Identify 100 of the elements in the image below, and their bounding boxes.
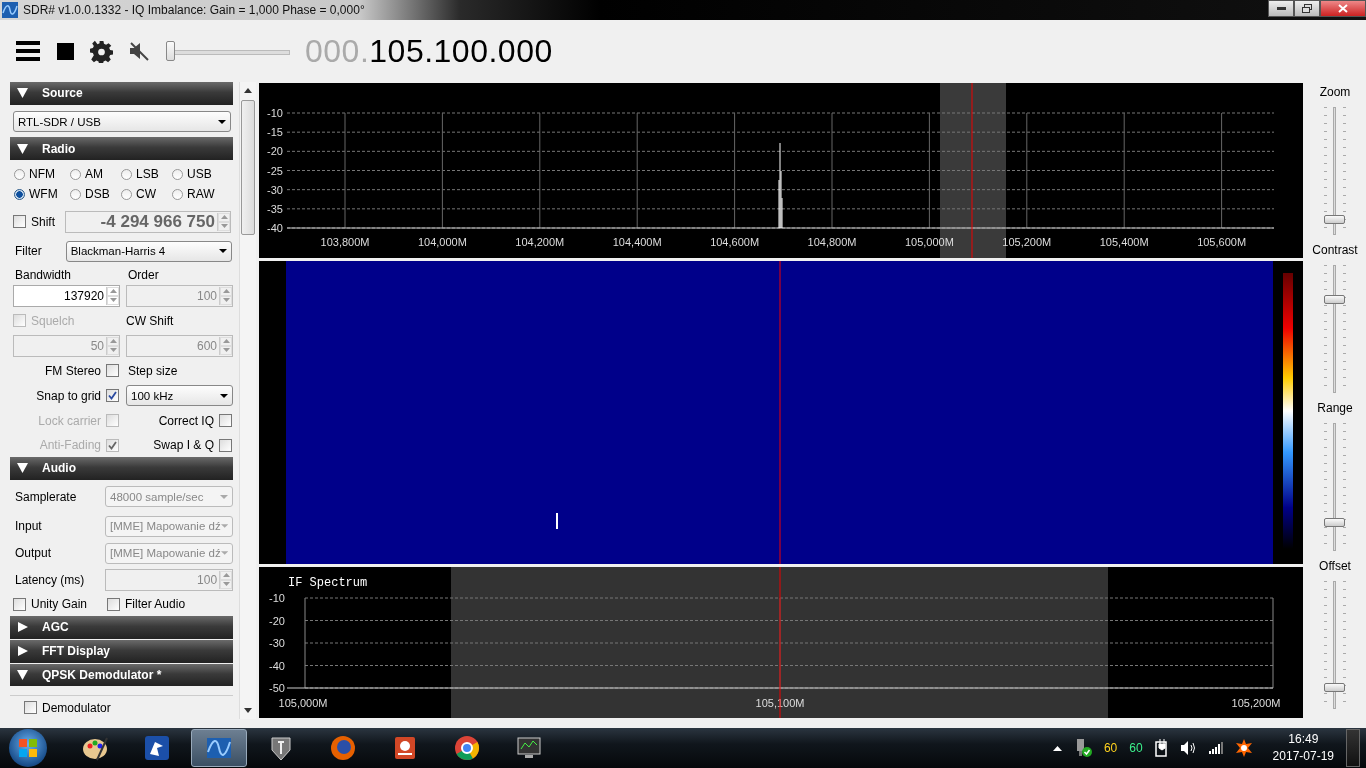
collapse-triangle-icon[interactable]	[17, 463, 28, 474]
scrollbar[interactable]	[239, 82, 256, 719]
collapse-triangle-icon[interactable]	[17, 88, 28, 99]
checkbox-label: Correct IQ	[158, 413, 214, 428]
caret-icon[interactable]	[218, 119, 226, 124]
checkmark-icon	[108, 440, 117, 450]
start-button[interactable]	[9, 729, 47, 767]
checkbox[interactable]	[13, 597, 26, 611]
collapse-triangle-icon[interactable]	[17, 143, 28, 154]
tuning-line[interactable]	[779, 567, 781, 718]
number-field[interactable]: 137920	[13, 284, 120, 307]
checkbox[interactable]	[219, 414, 232, 428]
radio-button[interactable]	[14, 188, 25, 200]
spectrum-plot[interactable]: -10 -15 -20 -25 -30 -35 -40 103,800M 104,000M 104,200M 104,400M 104,600M 104,800M 105,000M 105,200M 105,400M 105,600M	[259, 83, 1303, 258]
filter-band[interactable]	[451, 567, 1108, 718]
close-button[interactable]	[1320, 0, 1366, 17]
caret-icon[interactable]	[218, 249, 227, 254]
down-arrow-icon[interactable]	[244, 708, 253, 714]
mute-icon[interactable]	[128, 40, 150, 62]
checkbox[interactable]	[219, 438, 232, 452]
show-desktop-button[interactable]	[1346, 729, 1360, 767]
dropdown[interactable]: 100 kHz	[126, 385, 233, 407]
checkbox-label: Shift	[31, 214, 55, 229]
power-plug-icon[interactable]	[1154, 739, 1169, 757]
section-header[interactable]: Radio	[10, 137, 234, 161]
clock-time[interactable]: 16:49	[1288, 731, 1319, 748]
checkbox[interactable]	[106, 364, 119, 378]
slider-thumb[interactable]	[1324, 518, 1345, 528]
slider-thumb[interactable]	[166, 41, 175, 61]
radio-button[interactable]	[121, 188, 132, 200]
settings-icon[interactable]	[90, 39, 113, 63]
checkbox[interactable]	[106, 389, 119, 403]
x-axis-label: 105,200M	[1231, 697, 1281, 709]
stop-icon[interactable]	[57, 42, 74, 60]
section-header[interactable]: QPSK Demodulator *	[10, 663, 234, 687]
y-axis-label: -15	[267, 126, 283, 139]
x-axis-label: 104,400M	[612, 236, 662, 248]
clock-date[interactable]: 2017-07-19	[1272, 748, 1334, 765]
minimize-button[interactable]	[1268, 0, 1294, 17]
checkbox-label: Squelch	[31, 313, 75, 328]
checkbox[interactable]	[24, 701, 37, 715]
signal-bars-icon[interactable]	[1208, 742, 1223, 754]
volume-slider[interactable]	[166, 39, 290, 63]
x-axis-label: 105,000M	[904, 236, 954, 248]
chart-title: IF Spectrum	[288, 576, 368, 590]
x-axis-label: 104,200M	[515, 236, 565, 248]
x-axis-label: 104,800M	[807, 236, 857, 248]
dropdown[interactable]: RTL-SDR / USB	[13, 111, 231, 132]
slider-thumb[interactable]	[1324, 683, 1345, 693]
y-axis-label: -30	[269, 637, 285, 649]
restore-button[interactable]	[1294, 0, 1320, 17]
radio-button[interactable]	[14, 168, 25, 180]
x-axis-label: 105,000M	[278, 697, 328, 709]
section-header[interactable]: AGC	[10, 616, 234, 639]
radio-button[interactable]	[70, 168, 81, 180]
field-label: Samplerate	[15, 489, 77, 504]
y-axis-label: -25	[267, 164, 283, 177]
temperature-reading[interactable]: 60	[1129, 741, 1143, 755]
section-header[interactable]: Audio	[10, 457, 234, 480]
y-axis-label: -50	[269, 682, 285, 694]
radio-button[interactable]	[172, 168, 183, 180]
scrollbar-thumb[interactable]	[241, 100, 255, 235]
menu-icon[interactable]	[16, 41, 40, 61]
field-label: Step size	[128, 363, 178, 378]
expand-triangle-icon[interactable]	[17, 646, 28, 657]
section-title: Source	[42, 86, 83, 101]
checkbox[interactable]	[13, 215, 26, 229]
y-axis-label: -20	[267, 145, 283, 158]
checkbox[interactable]	[107, 597, 121, 611]
restore-icon	[1302, 4, 1312, 13]
speaker-icon[interactable]	[1180, 741, 1197, 755]
x-axis-label: 104,000M	[417, 236, 467, 248]
section-header[interactable]: FFT Display	[10, 639, 234, 663]
field-label: CW Shift	[126, 313, 175, 328]
temperature-reading[interactable]: 60	[1103, 741, 1118, 755]
field-label: Bandwidth	[15, 267, 73, 282]
number-field[interactable]: -4 294 966 750	[65, 210, 231, 233]
radio-button[interactable]	[172, 188, 183, 200]
collapse-triangle-icon[interactable]	[17, 669, 28, 680]
radio-button[interactable]	[70, 188, 81, 200]
field-label: Filter	[15, 244, 42, 259]
caret-icon[interactable]	[1052, 745, 1062, 751]
section-title: QPSK Demodulator *	[42, 667, 162, 682]
section-header[interactable]: Source	[10, 82, 234, 105]
slider-thumb[interactable]	[1324, 215, 1345, 225]
frequency-display[interactable]: 000.105.100.000	[305, 32, 553, 70]
up-arrow-icon[interactable]	[244, 87, 253, 93]
x-axis-label: 105,100M	[755, 697, 805, 709]
if-spectrum-plot[interactable]: IF Spectrum -10 -20 -30 -40 -50 105,000M 105,100M 105,200M	[259, 567, 1303, 718]
x-axis-label: 105,400M	[1099, 236, 1149, 248]
slider-thumb[interactable]	[1324, 294, 1345, 304]
caret-icon[interactable]	[220, 393, 228, 398]
expand-triangle-icon[interactable]	[17, 622, 28, 633]
radio-button[interactable]	[121, 168, 132, 180]
checkbox-label: Filter Audio	[125, 597, 186, 612]
window-title: SDR# v1.0.0.1332 - IQ Imbalance: Gain = 1,000 Phase = 0,000°	[23, 3, 365, 17]
antivirus-icon[interactable]	[1234, 739, 1253, 757]
checkbox-label: Swap I & Q	[153, 438, 214, 453]
y-axis-label: -40	[267, 222, 283, 234]
dropdown[interactable]: Blackman-Harris 4	[65, 241, 232, 262]
